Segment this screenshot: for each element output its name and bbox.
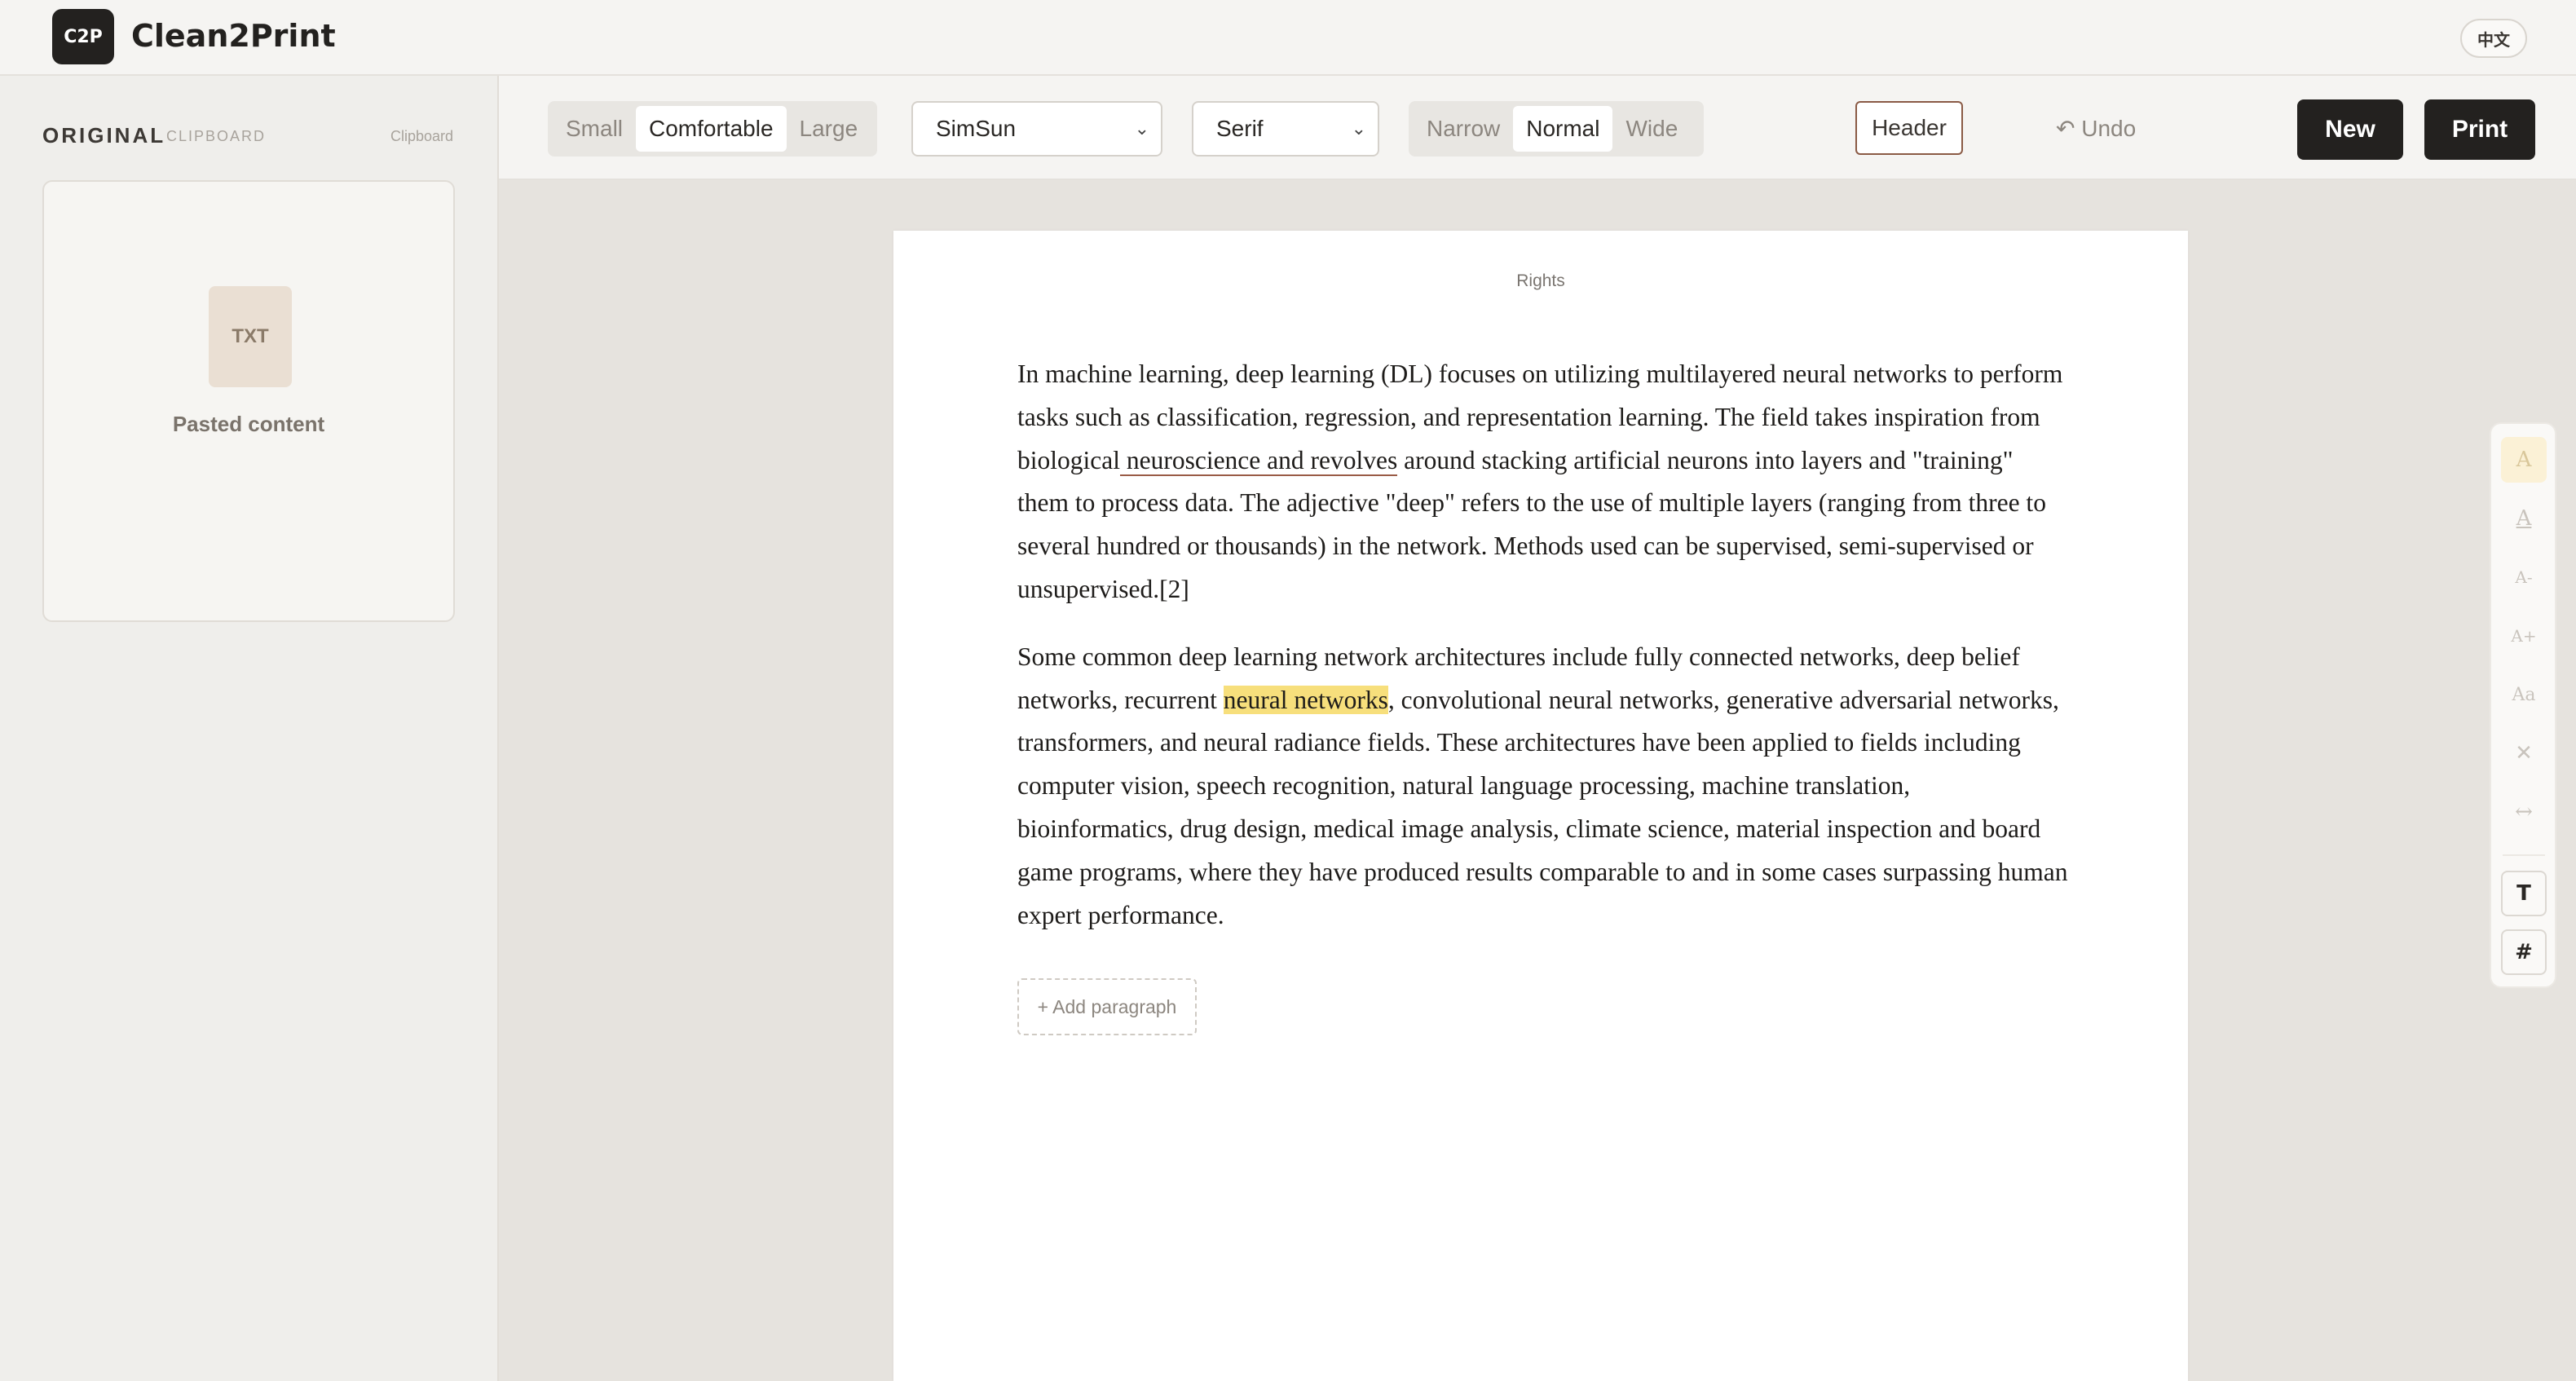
- tool-divider: [2503, 854, 2545, 856]
- font-family-select-value: Serif: [1216, 116, 1264, 141]
- remove-format-icon[interactable]: ✕: [2501, 730, 2547, 776]
- source-card[interactable]: TXT Pasted content: [42, 180, 455, 622]
- toolbar: Small Comfortable Large SimSun ⌄ Serif ⌄…: [499, 76, 2576, 180]
- paragraph-1[interactable]: In machine learning, deep learning (DL) …: [1017, 353, 2069, 611]
- width-option-wide[interactable]: Wide: [1612, 106, 1691, 152]
- density-option-small[interactable]: Small: [553, 106, 636, 152]
- txt-file-icon: TXT: [209, 286, 292, 387]
- sidebar-header: ORIGINAL CLIPBOARD Clipboard: [42, 123, 453, 156]
- increase-size-icon[interactable]: A+: [2501, 613, 2547, 659]
- paragraph-2-text-end: , convolutional neural networks, generat…: [1017, 685, 2068, 929]
- app-logo: C2P: [52, 9, 114, 64]
- highlight-tool-icon[interactable]: A: [2501, 437, 2547, 483]
- clipboard-link[interactable]: Clipboard: [390, 128, 453, 145]
- undo-button[interactable]: ↶ Undo: [2056, 111, 2136, 147]
- source-label: Pasted content: [172, 412, 325, 436]
- sidebar: ORIGINAL CLIPBOARD Clipboard TXT Pasted …: [0, 76, 499, 1381]
- language-toggle-button[interactable]: 中文: [2460, 19, 2527, 58]
- spacing-icon[interactable]: ↔: [2501, 789, 2547, 835]
- print-button[interactable]: Print: [2424, 99, 2535, 160]
- density-segmented-control: Small Comfortable Large: [548, 101, 877, 157]
- font-select[interactable]: SimSun ⌄: [911, 101, 1162, 157]
- width-option-narrow[interactable]: Narrow: [1414, 106, 1513, 152]
- decrease-size-icon[interactable]: A-: [2501, 554, 2547, 600]
- width-option-normal[interactable]: Normal: [1513, 106, 1613, 152]
- preview-canvas: Rights In machine learning, deep learnin…: [499, 180, 2576, 1381]
- app-title: Clean2Print: [131, 18, 336, 54]
- new-button[interactable]: New: [2297, 99, 2403, 160]
- underlined-text[interactable]: neuroscience and revolves: [1119, 445, 1398, 476]
- header-button[interactable]: Header: [1855, 101, 1963, 155]
- document-body[interactable]: In machine learning, deep learning (DL) …: [1017, 353, 2069, 961]
- sidebar-title: ORIGINAL: [42, 123, 166, 148]
- undo-label: Undo: [2081, 116, 2137, 141]
- density-option-comfortable[interactable]: Comfortable: [636, 106, 787, 152]
- highlighted-text[interactable]: neural networks: [1223, 685, 1388, 714]
- chevron-down-icon: ⌄: [1351, 118, 1366, 139]
- undo-icon: ↶: [2056, 116, 2075, 141]
- document-page: Rights In machine learning, deep learnin…: [893, 231, 2188, 1381]
- running-header[interactable]: Rights: [893, 271, 2188, 291]
- font-family-select[interactable]: Serif ⌄: [1192, 101, 1379, 157]
- chevron-down-icon: ⌄: [1134, 118, 1149, 139]
- sidebar-subtitle: CLIPBOARD: [166, 128, 267, 144]
- format-toolbar: A A A- A+ Aa ✕ ↔ T #: [2490, 422, 2556, 988]
- text-style-icon[interactable]: T: [2501, 871, 2547, 916]
- font-select-value: SimSun: [936, 116, 1017, 141]
- density-option-large[interactable]: Large: [787, 106, 871, 152]
- add-paragraph-button[interactable]: + Add paragraph: [1017, 978, 1197, 1035]
- change-case-icon[interactable]: Aa: [2501, 672, 2547, 717]
- width-segmented-control: Narrow Normal Wide: [1409, 101, 1704, 157]
- underline-tool-icon[interactable]: A: [2501, 496, 2547, 541]
- top-bar: C2P Clean2Print 中文: [0, 0, 2576, 76]
- paragraph-2[interactable]: Some common deep learning network archit…: [1017, 636, 2069, 938]
- heading-style-icon[interactable]: #: [2501, 929, 2547, 975]
